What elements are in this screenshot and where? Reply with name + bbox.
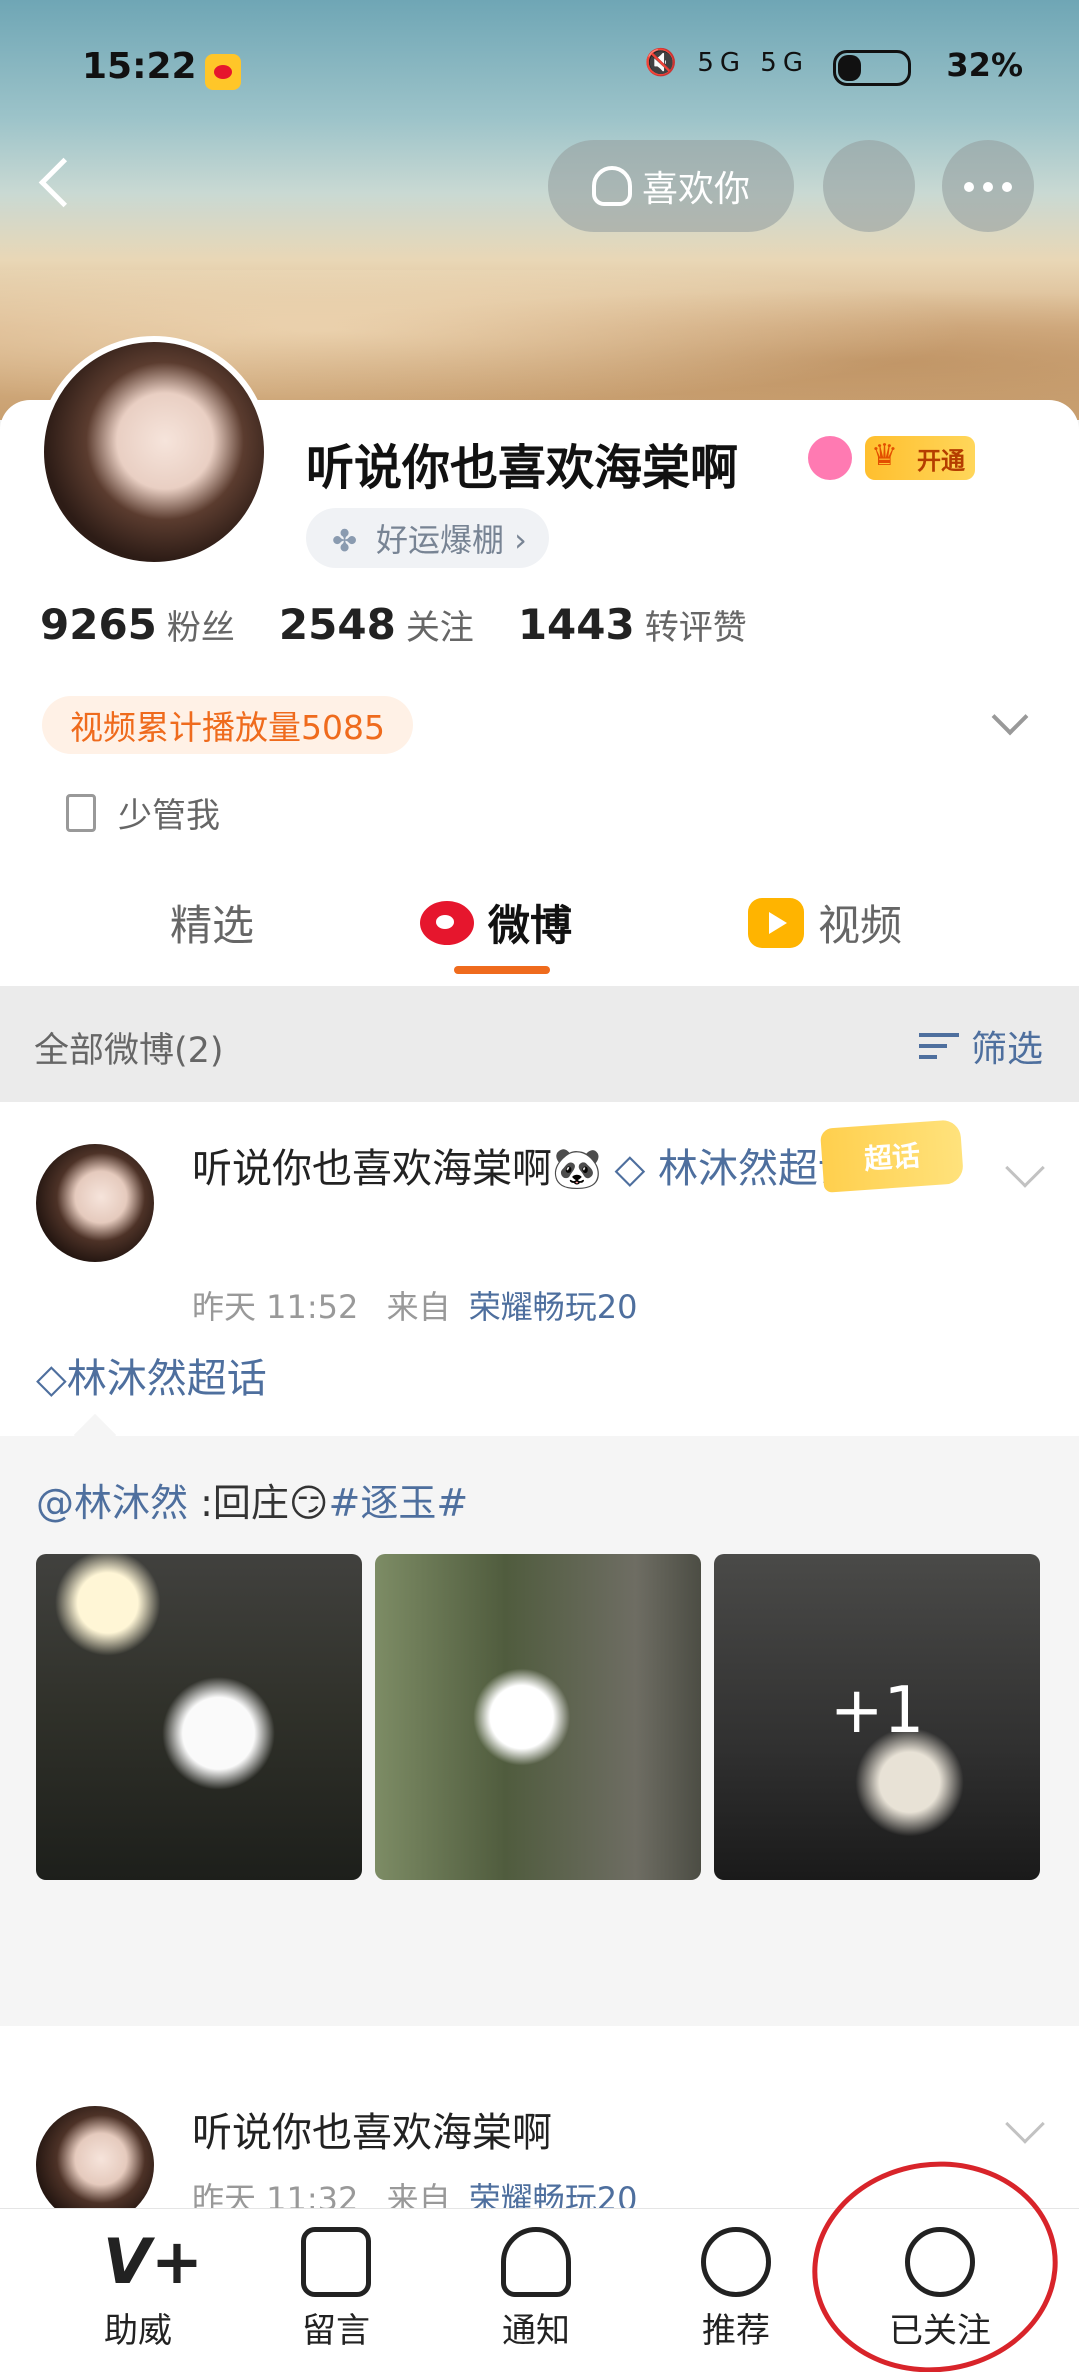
document-icon [66,793,96,832]
signal-icons: 🔇 5G 5G [644,48,809,78]
more-images-count: +1 [829,1674,925,1748]
filter-button[interactable]: 筛选 [918,1020,1043,1072]
post-menu-chevron-icon[interactable] [1005,1148,1045,1188]
profile-stats: 9265 粉丝 2548 关注 1443 转评赞 [40,600,747,649]
like-you-label: 喜欢你 [641,169,750,210]
stat-fans-label: 粉丝 [166,608,235,648]
nav-message[interactable]: 留言 [266,2227,406,2352]
nav-recommend[interactable]: 推荐 [666,2227,806,2352]
video-play-icon [748,897,804,948]
all-posts-label: 全部微博(2) [34,1031,224,1071]
stat-interactions-label: 转评赞 [644,608,747,648]
bell-plus-icon [501,2227,571,2297]
post-meta: 昨天 11:52 来自 荣耀畅玩20 [192,1282,638,1328]
tab-weibo[interactable]: 微博 [420,892,572,953]
post-card[interactable]: 听说你也喜欢海棠啊🐼 ◇ 林沐然超话 超话 昨天 11:52 来自 荣耀畅玩20… [0,1102,1079,2032]
nav-message-label: 留言 [302,2311,370,2351]
nav-notify-label: 通知 [502,2311,570,2351]
message-icon [301,2227,371,2297]
tab-video-label: 视频 [818,901,903,950]
post-avatar[interactable] [36,1144,154,1262]
more-button[interactable] [942,140,1034,232]
nav-cheer[interactable]: V+ 助威 [68,2227,208,2352]
status-bar: 15:22 32% 🔇 5G 5G [0,40,1079,100]
stat-fans-num: 9265 [40,600,157,649]
post-author-name[interactable]: 听说你也喜欢海棠啊 [192,2102,552,2164]
post-time: 昨天 11:52 [192,1288,359,1326]
filter-icon [918,1029,959,1063]
avatar[interactable] [38,336,270,568]
retweet-body: :回庄😏 [188,1481,329,1525]
filter-label: 筛选 [970,1029,1043,1070]
post-avatar[interactable] [36,2106,154,2224]
clover-icon: ✤ [332,524,358,559]
stat-interactions[interactable]: 1443 转评赞 [518,600,747,649]
stat-following[interactable]: 2548 关注 [279,600,474,649]
back-button[interactable] [30,145,80,225]
vip-open-button[interactable]: 开通 [865,436,975,480]
nav-recommend-label: 推荐 [702,2311,770,2351]
post-image-3[interactable]: +1 [714,1554,1040,1880]
luck-badge-label: 好运爆棚 › [376,521,527,559]
bio-text: 少管我 [118,796,220,836]
post-author-name: 听说你也喜欢海棠啊🐼 [192,1146,602,1192]
weibo-logo-icon [420,900,474,945]
tab-weibo-label: 微博 [488,901,573,950]
v-plus-icon: V+ [103,2225,203,2298]
stat-interactions-num: 1443 [517,600,635,649]
profile-nickname: 听说你也喜欢海棠啊 [306,440,739,496]
post-author[interactable]: 听说你也喜欢海棠啊🐼 ◇ 林沐然超话 [192,1138,882,1200]
video-plays-badge[interactable]: 视频累计播放量5085 [42,696,413,754]
tab-featured[interactable]: 精选 [170,892,254,953]
stat-following-label: 关注 [405,608,474,648]
nav-cheer-label: 助威 [104,2311,172,2351]
battery-percent: 32% [946,46,1023,84]
like-you-button[interactable]: 喜欢你 [548,140,794,232]
tab-video[interactable]: 视频 [748,892,902,953]
tab-featured-label: 精选 [170,901,255,950]
post-image-1[interactable] [36,1554,362,1880]
chaohua-badge[interactable]: 超话 [819,1119,965,1193]
weibo-notification-icon [205,54,241,90]
stat-following-num: 2548 [278,600,396,649]
retweet-text: @林沐然 :回庄😏#逐玉# [36,1472,468,1527]
retweet-mention[interactable]: @林沐然 [36,1481,188,1525]
topic-link[interactable]: ◇林沐然超话 [36,1346,267,1404]
vip-icon[interactable] [808,436,852,480]
tab-active-indicator [454,966,550,974]
action-circle-button[interactable] [823,140,915,232]
status-time: 15:22 [82,46,197,87]
topic-link-label: 林沐然超话 [66,1356,267,1402]
post-image-2[interactable] [375,1554,701,1880]
battery-icon [833,50,911,86]
hand-icon [591,166,632,206]
post-device[interactable]: 荣耀畅玩20 [469,1288,638,1326]
post-menu-chevron-icon[interactable] [1005,2104,1045,2144]
stat-fans[interactable]: 9265 粉丝 [40,600,235,649]
retweet-hashtag[interactable]: #逐玉# [329,1481,469,1525]
post-from: 来自 [386,1288,451,1326]
bio: 少管我 [66,788,220,837]
profile-tabs: 精选 微博 视频 [0,870,1079,986]
up-circle-icon [701,2227,771,2297]
filter-bar: 全部微博(2) 筛选 [0,986,1079,1102]
nav-notify[interactable]: 通知 [466,2227,606,2352]
luck-badge[interactable]: ✤ 好运爆棚 › [306,508,549,568]
retweet-box[interactable]: @林沐然 :回庄😏#逐玉# +1 [0,1436,1079,2026]
